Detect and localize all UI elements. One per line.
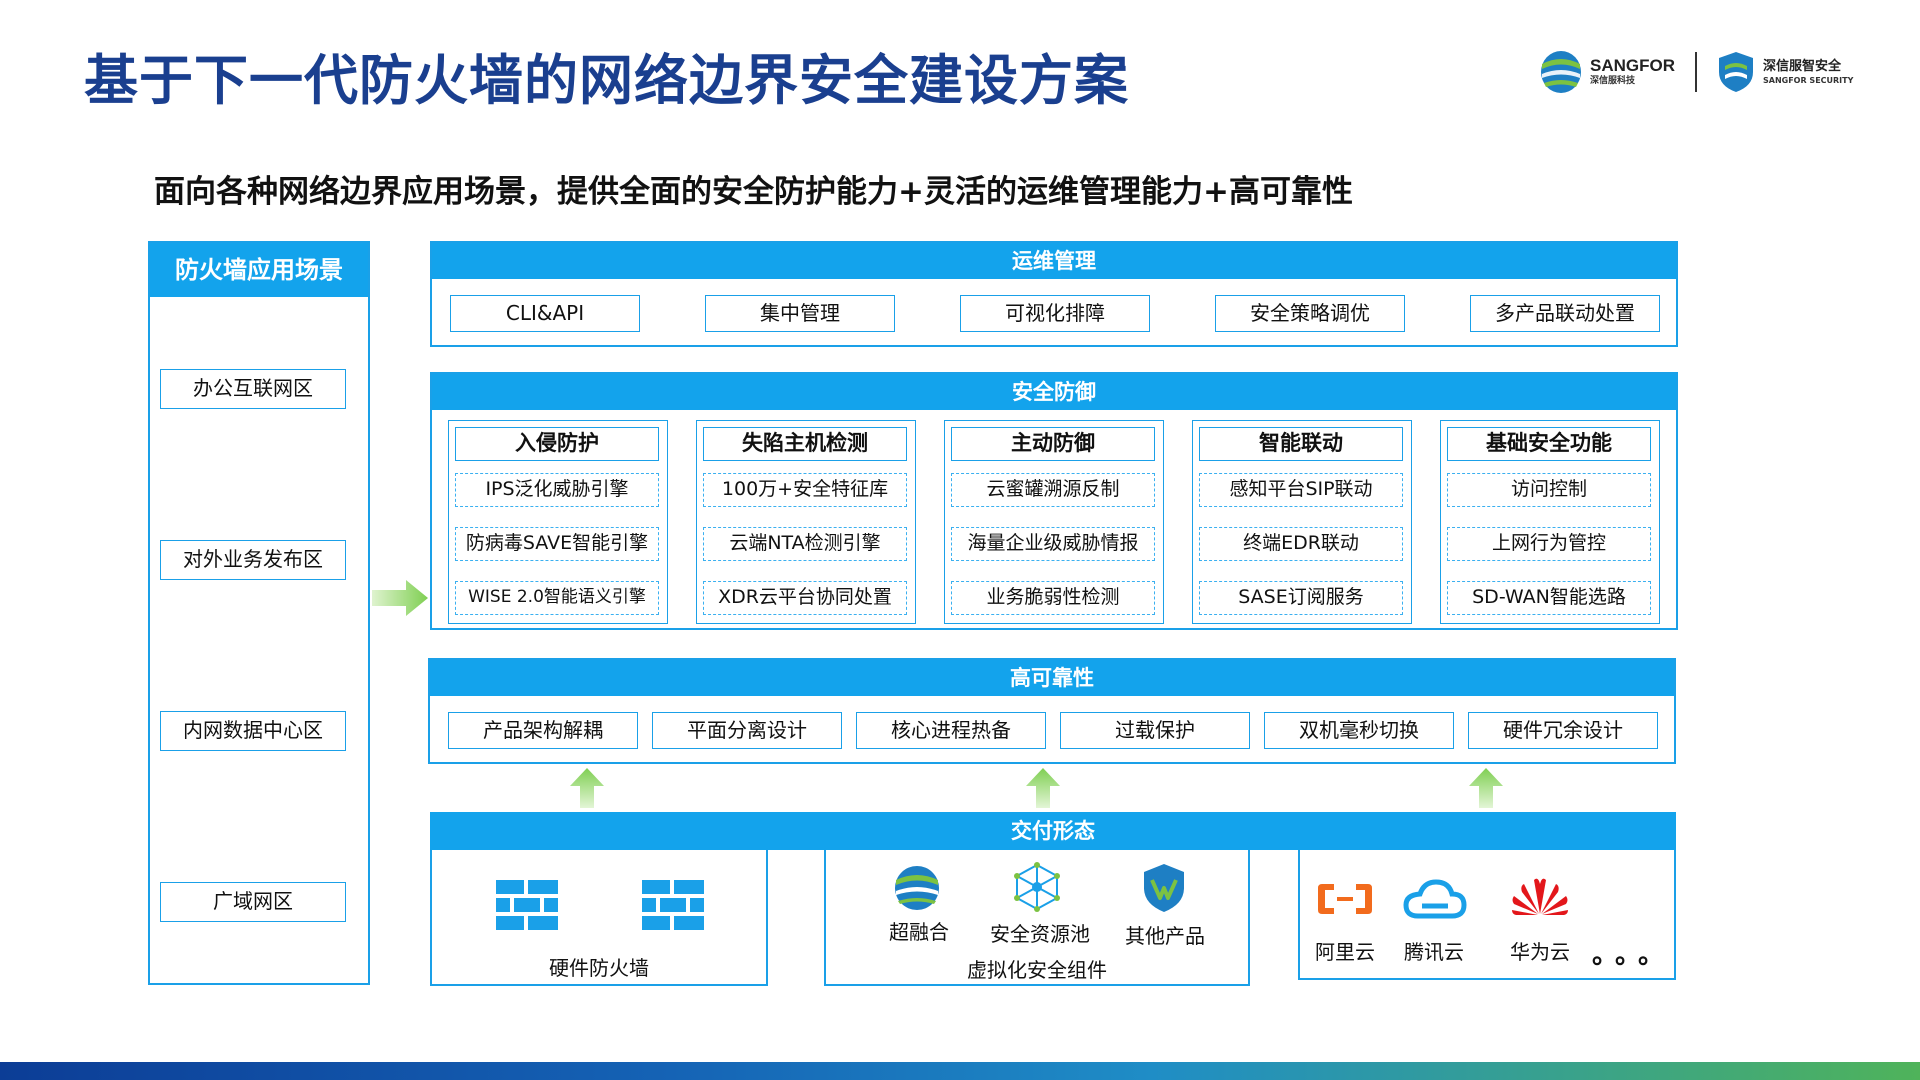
sangfor-logo-text: SANGFOR [1590, 56, 1675, 75]
security-logo-subtext: SANGFOR SECURITY [1763, 76, 1854, 85]
defense-group-smart-linkage: 智能联动 感知平台SIP联动 终端EDR联动 SASE订阅服务 [1192, 420, 1412, 624]
reliability-item-failover: 双机毫秒切换 [1264, 712, 1454, 749]
defense-group-item: 上网行为管控 [1447, 527, 1651, 561]
defense-group-item: 云蜜罐溯源反制 [951, 473, 1155, 507]
virtual-item-label: 其他产品 [1125, 924, 1205, 948]
ops-item-central-management: 集中管理 [705, 295, 895, 332]
firewall-icon [642, 880, 704, 930]
logo-divider [1695, 52, 1697, 92]
defense-group-item: XDR云平台协同处置 [703, 581, 907, 615]
defense-group-title: 主动防御 [951, 427, 1155, 461]
tencent-cloud-icon [1403, 879, 1467, 919]
defense-group-item: SD-WAN智能选路 [1447, 581, 1651, 615]
defense-group-item: 访问控制 [1447, 473, 1651, 507]
reliability-item-plane-separation: 平面分离设计 [652, 712, 842, 749]
ops-item-policy-tuning: 安全策略调优 [1215, 295, 1405, 332]
defense-group-item: 感知平台SIP联动 [1199, 473, 1403, 507]
defense-group-item: 云端NTA检测引擎 [703, 527, 907, 561]
defense-group-title: 失陷主机检测 [703, 427, 907, 461]
footer-bar [0, 1062, 1920, 1080]
defense-group-active-defense: 主动防御 云蜜罐溯源反制 海量企业级威胁情报 业务脆弱性检测 [944, 420, 1164, 624]
cloud-item-label: 腾讯云 [1404, 940, 1464, 964]
hardware-firewall-label: 硬件防火墙 [549, 956, 649, 980]
defense-group-item: 防病毒SAVE智能引擎 [455, 527, 659, 561]
aliyun-icon [1318, 884, 1372, 914]
page-title: 基于下一代防火墙的网络边界安全建设方案 [84, 49, 1129, 112]
scenario-item-external: 对外业务发布区 [160, 540, 346, 580]
arrow-up-icon [1026, 768, 1060, 808]
reliability-panel: 高可靠性 产品架构解耦 平面分离设计 核心进程热备 过载保护 双机毫秒切换 硬件… [428, 658, 1676, 764]
defense-group-item: 业务脆弱性检测 [951, 581, 1155, 615]
reliability-item-decoupling: 产品架构解耦 [448, 712, 638, 749]
reliability-item-overload: 过载保护 [1060, 712, 1250, 749]
defense-group-basic-security: 基础安全功能 访问控制 上网行为管控 SD-WAN智能选路 [1440, 420, 1660, 624]
defense-group-title: 智能联动 [1199, 427, 1403, 461]
sangfor-logo-subtext: 深信服科技 [1590, 76, 1636, 86]
ops-item-visual-troubleshoot: 可视化排障 [960, 295, 1150, 332]
delivery-hardware-box: 硬件防火墙 [430, 850, 768, 986]
scenario-item-office: 办公互联网区 [160, 369, 346, 409]
delivery-cloud-box: 阿里云 腾讯云 华为云 。。。 [1298, 850, 1676, 980]
defense-group-item: 海量企业级威胁情报 [951, 527, 1155, 561]
defense-group-item: 终端EDR联动 [1199, 527, 1403, 561]
scenarios-panel-title: 防火墙应用场景 [150, 243, 368, 297]
defense-group-compromised-host: 失陷主机检测 100万+安全特征库 云端NTA检测引擎 XDR云平台协同处置 [696, 420, 916, 624]
reliability-panel-title: 高可靠性 [430, 660, 1674, 696]
scenario-item-wan: 广域网区 [160, 882, 346, 922]
defense-group-title: 入侵防护 [455, 427, 659, 461]
sangfor-logo-icon [1541, 51, 1581, 93]
other-products-icon [1144, 864, 1184, 912]
cloud-item-label: 华为云 [1510, 940, 1570, 964]
virtual-item-label: 安全资源池 [990, 922, 1090, 946]
huawei-cloud-icon [1512, 878, 1568, 915]
more-ellipsis: 。。。 [1592, 940, 1675, 970]
ops-item-cli-api: CLI&API [450, 295, 640, 332]
resource-pool-icon [1014, 862, 1060, 912]
reliability-item-hot-standby: 核心进程热备 [856, 712, 1046, 749]
cloud-item-label: 阿里云 [1315, 940, 1375, 964]
virtual-item-label: 超融合 [889, 920, 949, 944]
arrow-up-icon [1469, 768, 1503, 808]
delivery-panel-title: 交付形态 [430, 812, 1676, 850]
defense-panel: 安全防御 入侵防护 IPS泛化威胁引擎 防病毒SAVE智能引擎 WISE 2.0… [430, 372, 1678, 630]
defense-group-intrusion: 入侵防护 IPS泛化威胁引擎 防病毒SAVE智能引擎 WISE 2.0智能语义引… [448, 420, 668, 624]
defense-group-item: WISE 2.0智能语义引擎 [455, 581, 659, 615]
defense-group-item: IPS泛化威胁引擎 [455, 473, 659, 507]
ops-panel-title: 运维管理 [432, 243, 1676, 279]
scenarios-panel: 防火墙应用场景 办公互联网区 对外业务发布区 内网数据中心区 广域网区 [148, 241, 370, 985]
arrow-up-icon [570, 768, 604, 808]
scenario-item-datacenter: 内网数据中心区 [160, 711, 346, 751]
defense-panel-title: 安全防御 [432, 374, 1676, 410]
defense-group-title: 基础安全功能 [1447, 427, 1651, 461]
logo-area: SANGFOR 深信服科技 深信服智安全 SANGFOR SECURITY [1540, 50, 1853, 94]
delivery-virtual-box: 超融合 安全资源池 其他产品 虚拟化安全组件 [824, 850, 1250, 986]
sangfor-security-logo-icon [1719, 52, 1753, 92]
subtitle: 面向各种网络边界应用场景，提供全面的安全防护能力+灵活的运维管理能力+高可靠性 [154, 174, 1353, 210]
ops-item-multi-product: 多产品联动处置 [1470, 295, 1660, 332]
virtual-security-label: 虚拟化安全组件 [967, 958, 1107, 982]
defense-group-item: 100万+安全特征库 [703, 473, 907, 507]
reliability-item-hardware-redundancy: 硬件冗余设计 [1468, 712, 1658, 749]
firewall-icon [496, 880, 558, 930]
ops-panel: 运维管理 CLI&API 集中管理 可视化排障 安全策略调优 多产品联动处置 [430, 241, 1678, 347]
defense-group-item: SASE订阅服务 [1199, 581, 1403, 615]
hyperconverged-icon [895, 866, 939, 910]
arrow-right-icon [372, 580, 428, 616]
security-logo-text: 深信服智安全 [1763, 59, 1842, 74]
